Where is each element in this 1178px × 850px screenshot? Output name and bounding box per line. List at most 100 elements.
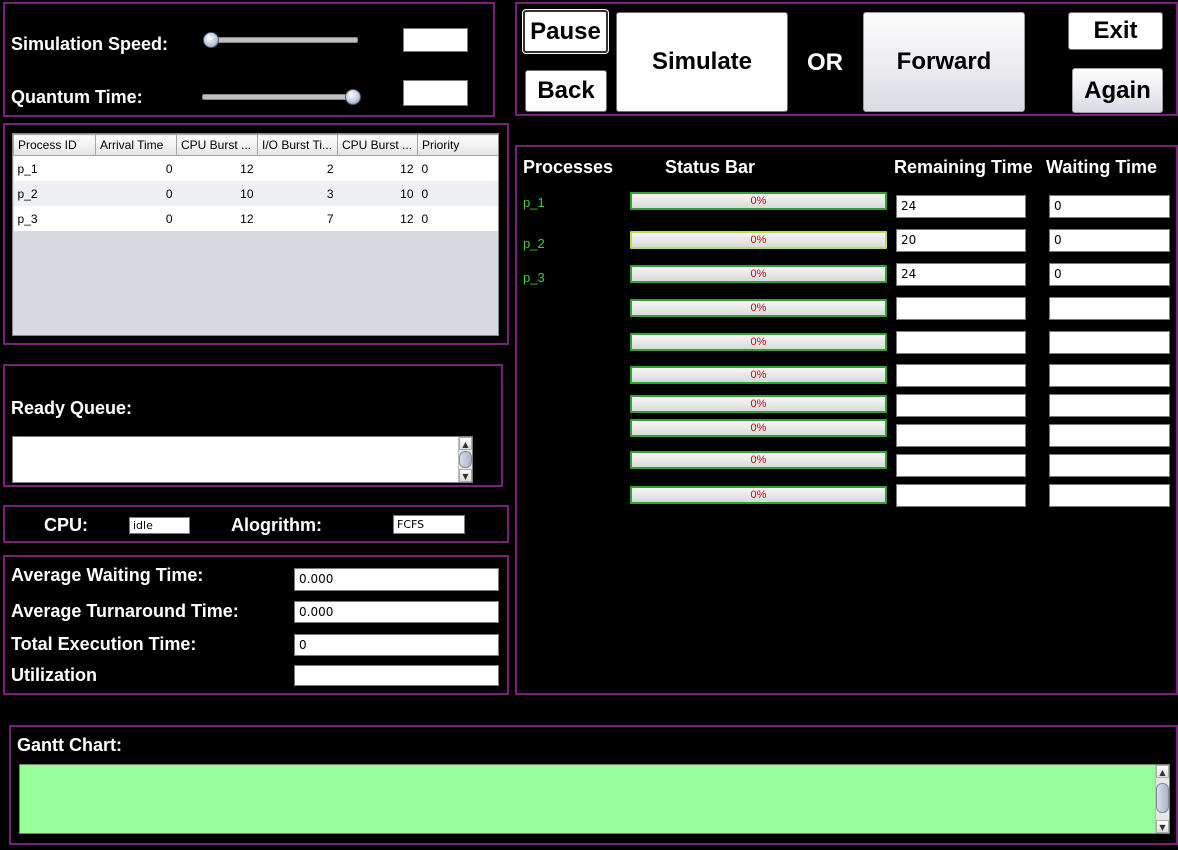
scroll-up-icon[interactable]: ▲ <box>459 437 472 450</box>
cell-io-burst: 2 <box>257 155 338 181</box>
waiting-time-field[interactable]: 0 <box>1049 195 1170 218</box>
cell-cpu-burst: 12 <box>176 206 258 231</box>
scroll-up-icon[interactable]: ▲ <box>1156 765 1169 778</box>
cpu-label: CPU: <box>44 515 88 535</box>
remaining-time-field[interactable] <box>896 394 1026 417</box>
progress-label: 0% <box>750 268 767 280</box>
speed-value-field[interactable] <box>403 28 468 52</box>
waiting-time-field[interactable]: 0 <box>1049 263 1170 286</box>
progress-bar: 0% <box>630 451 887 469</box>
cell-io-burst: 7 <box>257 206 338 231</box>
avg-turnaround-field[interactable]: 0.000 <box>294 601 499 623</box>
forward-button[interactable]: Forward <box>863 12 1025 112</box>
cell-arrival: 0 <box>95 181 177 206</box>
scroll-down-icon[interactable]: ▼ <box>459 469 472 482</box>
processes-header: Processes <box>523 157 614 177</box>
simulate-button[interactable]: Simulate <box>616 12 788 112</box>
again-button[interactable]: Again <box>1072 68 1163 113</box>
cell-cpu-burst-2: 12 <box>337 155 418 181</box>
gantt-scrollbar[interactable]: ▲ ▼ <box>1155 765 1169 833</box>
cell-process-id: p_2 <box>13 181 96 206</box>
quantum-label: Quantum Time: <box>11 87 143 107</box>
speed-slider-thumb[interactable] <box>203 32 219 48</box>
column-header[interactable]: I/O Burst Ti... <box>257 134 338 156</box>
status-bar-header: Status Bar <box>665 157 756 177</box>
cell-cpu-burst: 12 <box>176 155 258 181</box>
cell-arrival: 0 <box>95 206 177 231</box>
algorithm-field[interactable]: FCFS <box>393 515 465 534</box>
ready-queue-field[interactable] <box>12 436 473 483</box>
back-button[interactable]: Back <box>525 70 607 112</box>
remaining-time-field[interactable] <box>896 297 1026 320</box>
column-header[interactable]: Process ID <box>13 134 96 156</box>
waiting-time-field[interactable] <box>1049 484 1170 507</box>
quantum-value-field[interactable] <box>403 80 468 106</box>
pause-button[interactable]: Pause <box>522 9 609 54</box>
cell-priority: 0 <box>417 155 498 181</box>
waiting-time-field[interactable] <box>1049 424 1170 447</box>
gantt-chart-area[interactable] <box>19 764 1170 834</box>
remaining-time-field[interactable] <box>896 331 1026 354</box>
table-row[interactable]: p_2 0 10 3 10 0 <box>13 181 498 206</box>
progress-bar: 0% <box>630 366 887 384</box>
scroll-down-icon[interactable]: ▼ <box>1156 820 1169 833</box>
progress-label: 0% <box>750 336 767 348</box>
exit-button[interactable]: Exit <box>1068 12 1163 50</box>
process-table-viewport[interactable]: Process ID Arrival Time CPU Burst ... I/… <box>12 133 499 336</box>
progress-label: 0% <box>750 454 767 466</box>
waiting-time-field[interactable] <box>1049 364 1170 387</box>
table-header-row: Process ID Arrival Time CPU Burst ... I/… <box>13 134 498 156</box>
progress-label: 0% <box>750 195 767 207</box>
process-name: p_2 <box>523 236 545 251</box>
ready-queue-scrollbar[interactable]: ▲ ▼ <box>458 437 472 482</box>
column-header[interactable]: CPU Burst ... <box>337 134 418 156</box>
remaining-time-field[interactable]: 24 <box>896 195 1026 218</box>
progress-label: 0% <box>750 302 767 314</box>
column-header[interactable]: Arrival Time <box>95 134 177 156</box>
cell-process-id: p_3 <box>13 206 96 231</box>
remaining-time-field[interactable] <box>896 424 1026 447</box>
cell-priority: 0 <box>417 206 498 231</box>
process-table[interactable]: Process ID Arrival Time CPU Burst ... I/… <box>13 134 498 231</box>
waiting-time-field[interactable] <box>1049 394 1170 417</box>
remaining-time-field[interactable]: 24 <box>896 263 1026 286</box>
process-name: p_1 <box>523 195 545 210</box>
column-header[interactable]: CPU Burst ... <box>176 134 258 156</box>
total-exec-label: Total Execution Time: <box>11 634 197 654</box>
total-exec-field[interactable]: 0 <box>294 634 499 656</box>
scroll-thumb[interactable] <box>1156 783 1169 813</box>
column-header[interactable]: Priority <box>417 134 498 156</box>
utilization-field[interactable] <box>294 665 499 686</box>
cell-cpu-burst-2: 10 <box>337 181 418 206</box>
waiting-time-field[interactable] <box>1049 454 1170 477</box>
avg-waiting-field[interactable]: 0.000 <box>294 568 499 591</box>
quantum-slider[interactable] <box>202 94 358 100</box>
cell-io-burst: 3 <box>257 181 338 206</box>
remaining-time-field[interactable] <box>896 364 1026 387</box>
table-row[interactable]: p_1 0 12 2 12 0 <box>13 155 498 181</box>
cpu-field[interactable]: idle <box>129 517 190 534</box>
remaining-time-header: Remaining Time <box>894 157 1033 177</box>
utilization-label: Utilization <box>11 665 97 685</box>
scroll-thumb[interactable] <box>459 451 472 468</box>
progress-label: 0% <box>750 398 767 410</box>
progress-bar: 0% <box>630 299 887 317</box>
remaining-time-field[interactable]: 20 <box>896 229 1026 252</box>
quantum-slider-thumb[interactable] <box>345 89 361 105</box>
progress-bar: 0% <box>630 395 887 413</box>
waiting-time-header: Waiting Time <box>1046 157 1158 177</box>
waiting-time-field[interactable]: 0 <box>1049 229 1170 252</box>
table-row[interactable]: p_3 0 12 7 12 0 <box>13 206 498 231</box>
progress-bar: 0% <box>630 486 887 504</box>
progress-bar: 0% <box>630 265 887 283</box>
remaining-time-field[interactable] <box>896 484 1026 507</box>
remaining-time-field[interactable] <box>896 454 1026 477</box>
cell-cpu-burst: 10 <box>176 181 258 206</box>
cell-cpu-burst-2: 12 <box>337 206 418 231</box>
waiting-time-field[interactable] <box>1049 331 1170 354</box>
avg-turnaround-label: Average Turnaround Time: <box>11 601 239 621</box>
algorithm-label: Alogrithm: <box>231 515 322 535</box>
speed-slider[interactable] <box>206 37 358 43</box>
ready-queue-label: Ready Queue: <box>11 398 133 418</box>
waiting-time-field[interactable] <box>1049 297 1170 320</box>
